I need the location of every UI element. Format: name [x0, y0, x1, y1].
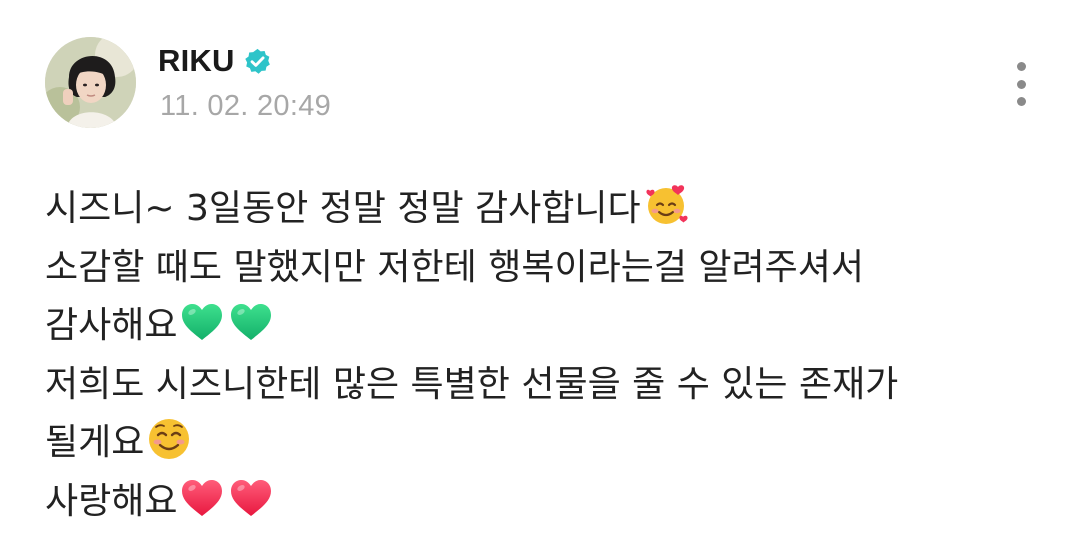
post-line: 소감할 때도 말했지만 저한테 행복이라는걸 알려주셔서: [45, 235, 1045, 294]
post-timestamp: 11. 02. 20:49: [160, 90, 332, 122]
post-line-text: 사랑해요: [45, 480, 178, 522]
post-line-text: 소감할 때도 말했지만 저한테 행복이라는걸 알려주셔서: [45, 246, 864, 288]
red-heart-icon: [178, 474, 226, 522]
post-line: 감사해요: [45, 293, 1045, 352]
smiling-face-with-hearts-icon: [642, 181, 690, 229]
post-line: 저희도 시즈니한테 많은 특별한 선물을 줄 수 있는 존재가: [45, 352, 1045, 411]
author-name[interactable]: RIKU: [158, 43, 235, 79]
profile-photo-avatar: [45, 37, 136, 128]
post-line-text: 시즈니~ 3일동안 정말 정말 감사합니다: [45, 188, 641, 230]
smiling-face-icon: [145, 415, 193, 463]
post-body: 시즈니~ 3일동안 정말 정말 감사합니다 소감할 때도 말했지만 저한테 행복…: [45, 176, 1045, 527]
post-line: 될게요: [45, 410, 1045, 469]
green-heart-icon: [178, 298, 226, 346]
verified-badge-icon: [243, 47, 272, 76]
author-row: RIKU: [158, 42, 272, 80]
green-heart-icon: [227, 298, 275, 346]
post-line: 시즈니~ 3일동안 정말 정말 감사합니다: [45, 176, 1045, 235]
more-vertical-icon: [1016, 62, 1026, 71]
post-line: 사랑해요: [45, 469, 1045, 528]
post-line-text: 감사해요: [45, 305, 178, 347]
more-options-button[interactable]: [1005, 58, 1037, 110]
post-line-text: 저희도 시즈니한테 많은 특별한 선물을 줄 수 있는 존재가: [45, 363, 899, 405]
post-line-text: 될게요: [45, 422, 145, 464]
fan-post: RIKU 11. 02. 20:49 시즈니~ 3일동안 정말 정말 감사합니다: [0, 0, 1080, 555]
avatar[interactable]: [45, 37, 136, 128]
red-heart-icon: [227, 474, 275, 522]
